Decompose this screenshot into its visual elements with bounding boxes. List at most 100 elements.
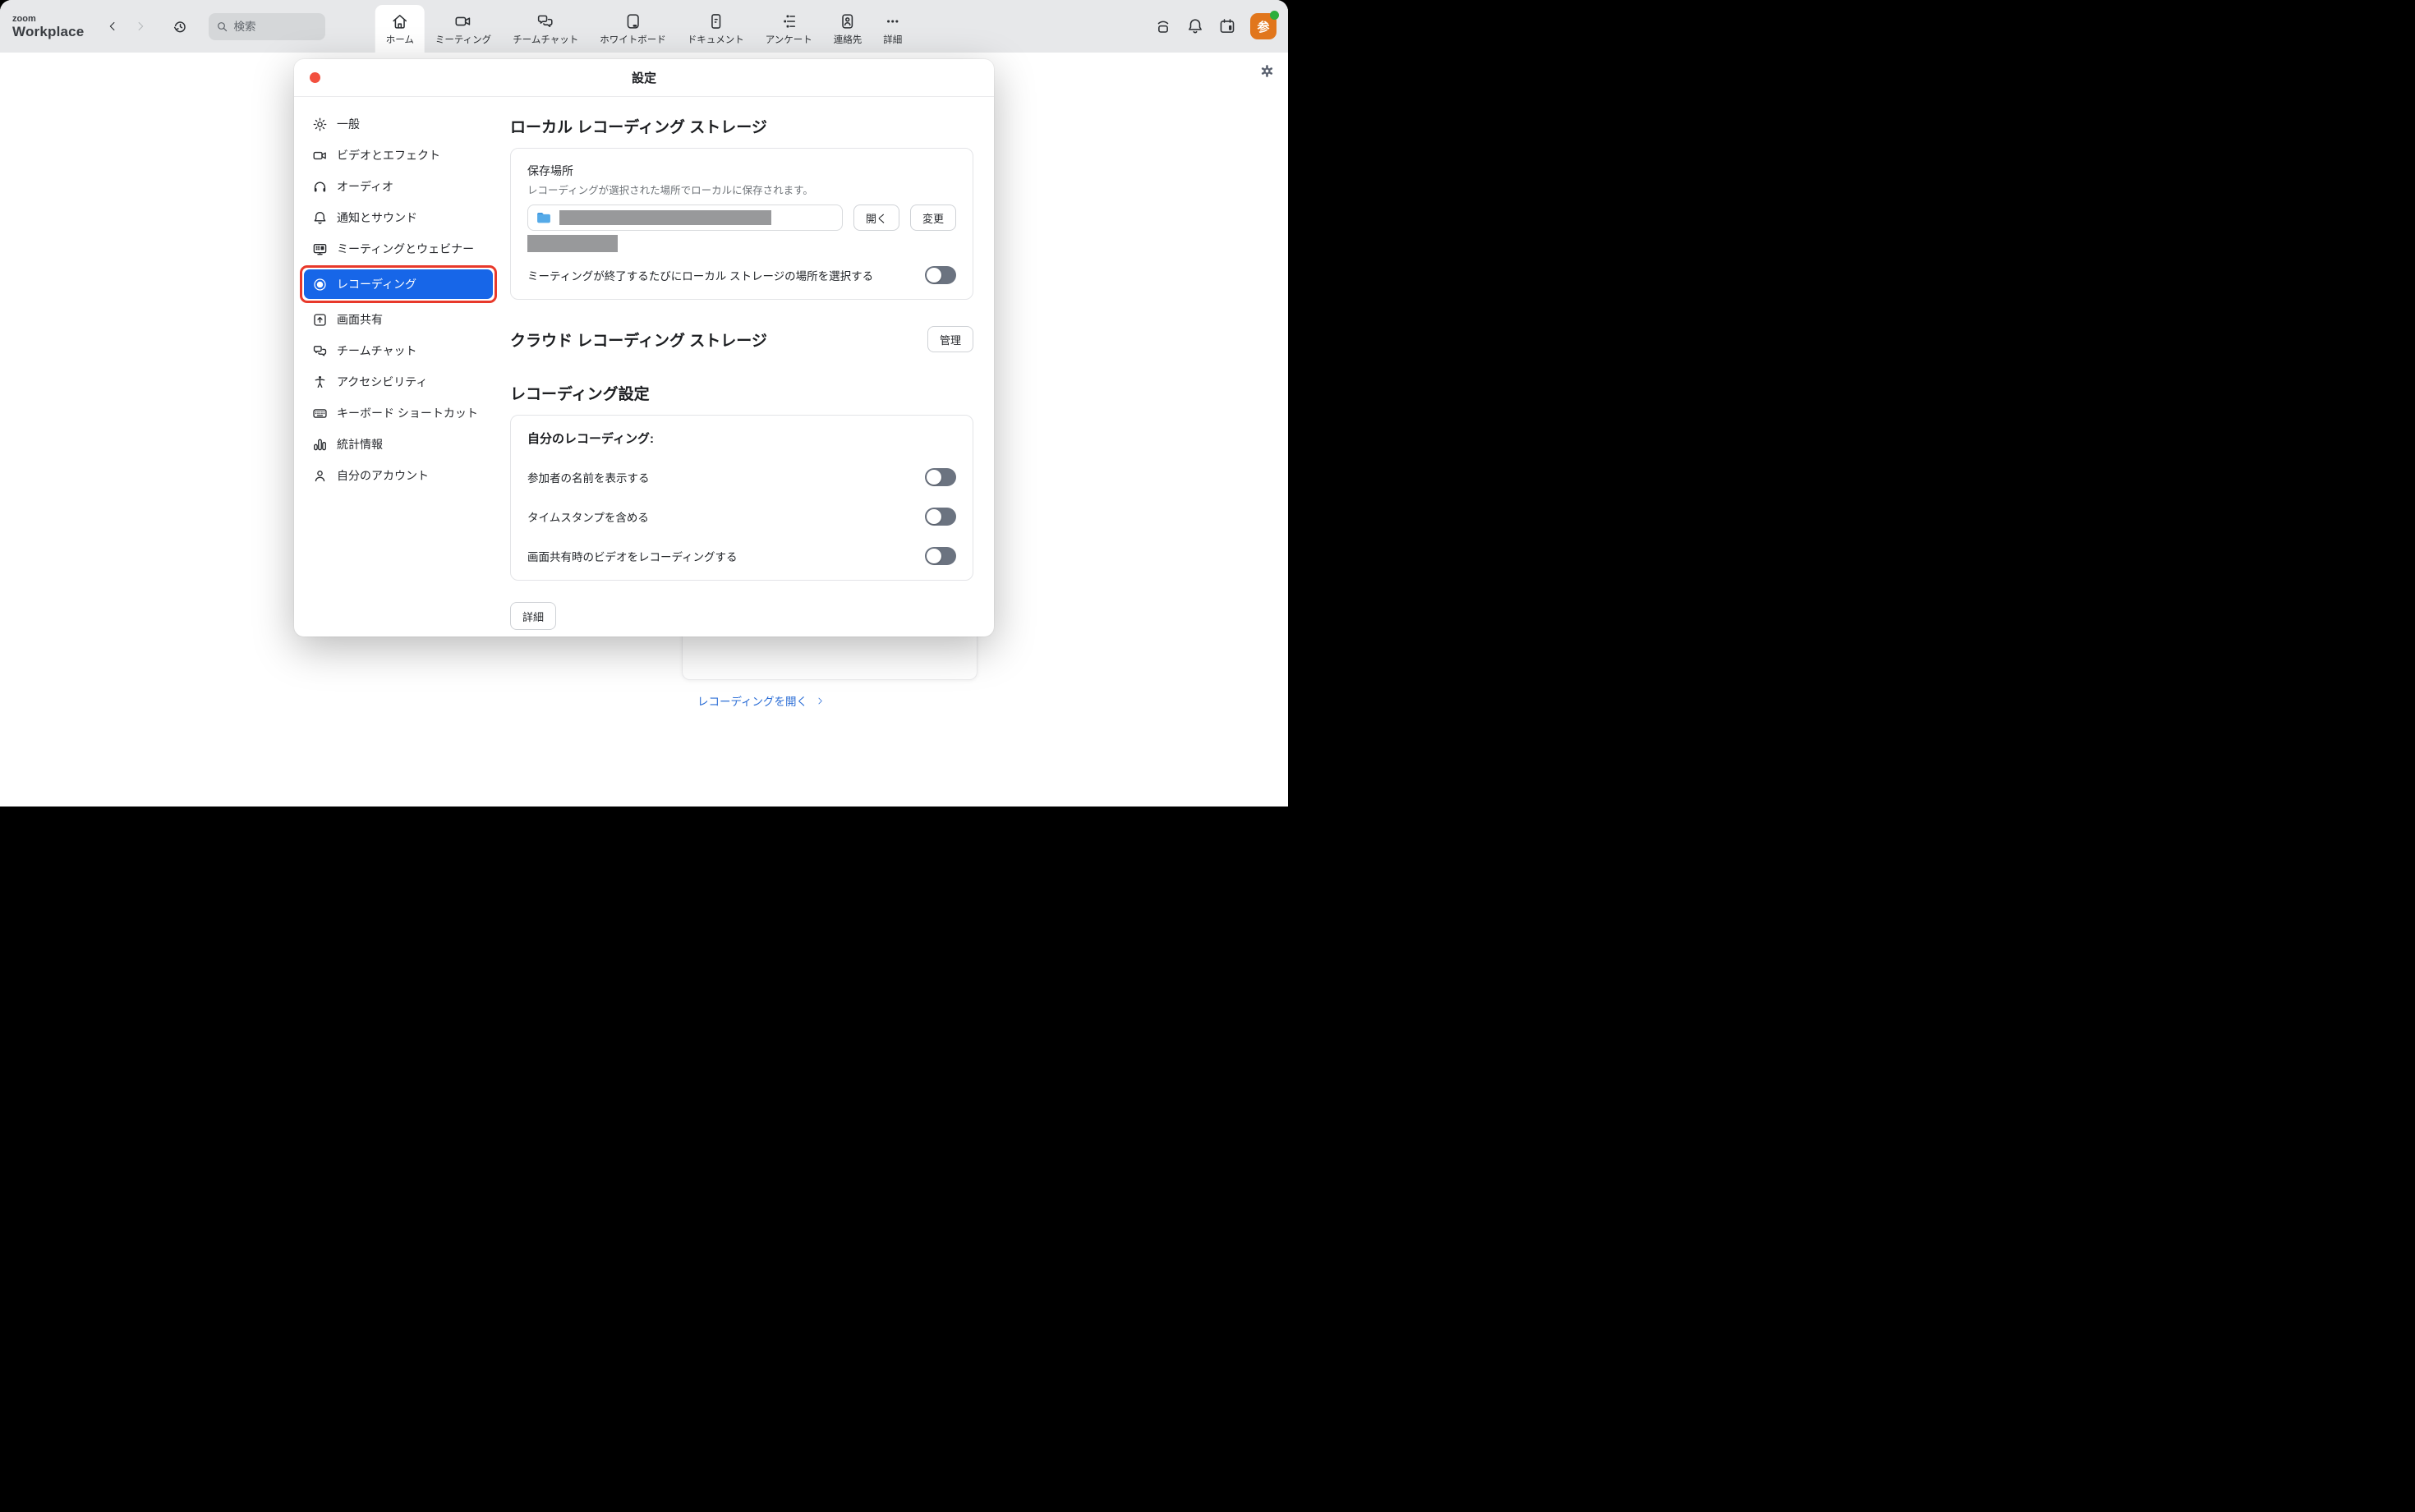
sidebar-item-statistics[interactable]: 統計情報 [304,429,493,460]
redacted-path-value [559,210,771,225]
include-timestamp-label: タイムスタンプを含める [527,508,649,525]
include-timestamp-toggle[interactable] [925,508,956,526]
sidebar-item-team-chat[interactable]: チームチャット [304,335,493,366]
choose-location-toggle-label: ミーティングが終了するたびにローカル ストレージの場所を選択する [527,267,873,283]
sidebar-item-general[interactable]: 一般 [304,108,493,140]
page-settings-gear-button[interactable] [1259,63,1275,79]
zoom-workplace-window: zoom Workplace [0,0,1288,807]
video-camera-icon [454,12,472,30]
more-dots-icon [884,12,902,30]
sidebar-item-label: アクセシビリティ [337,374,427,390]
survey-icon [780,12,798,30]
settings-modal: 設定 一般 ビデオとエフェ [294,59,994,637]
storage-path-field[interactable] [527,205,843,231]
choose-location-toggle[interactable] [925,266,956,284]
screen: zoom Workplace [0,0,1288,807]
sidebar-item-label: オーディオ [337,178,393,195]
history-icon [172,18,189,35]
notifications-button[interactable] [1186,17,1204,35]
keyboard-icon [312,406,328,421]
tab-whiteboard[interactable]: ホワイトボード [589,5,677,53]
tab-meetings[interactable]: ミーティング [425,5,502,53]
zoom-workplace-logo: zoom Workplace [12,15,84,39]
sidebar-item-audio[interactable]: オーディオ [304,171,493,202]
user-avatar[interactable]: 参 [1250,13,1276,39]
recording-settings-heading: レコーディング設定 [510,382,973,404]
settings-modal-title: 設定 [632,69,656,86]
record-video-during-share-toggle[interactable] [925,547,956,565]
tab-surveys[interactable]: アンケート [755,5,823,53]
video-camera-icon [312,148,328,163]
settings-modal-header: 設定 [294,59,994,97]
save-location-label: 保存場所 [527,163,956,179]
sidebar-item-keyboard-shortcuts[interactable]: キーボード ショートカット [304,398,493,429]
bell-icon [312,210,328,226]
topbar: zoom Workplace [0,0,1288,53]
sidebar-item-meetings-webinars[interactable]: ミーティングとウェビナー [304,233,493,264]
tab-label: アンケート [766,33,812,46]
search-input[interactable] [209,13,325,40]
accessibility-person-icon [312,375,328,390]
tab-label: 連絡先 [834,33,862,46]
screen-share-icon [312,312,328,328]
sidebar-item-label: 一般 [337,116,360,132]
logo-line-zoom: zoom [12,15,84,24]
tab-more[interactable]: 詳細 [872,5,913,53]
open-button[interactable]: 開く [853,205,899,231]
local-recording-storage-heading: ローカル レコーディング ストレージ [510,115,973,137]
sidebar-item-video-effects[interactable]: ビデオとエフェクト [304,140,493,171]
chat-bubbles-icon [312,343,328,359]
redacted-storage-info [527,235,618,252]
tab-label: ミーティング [435,33,491,46]
change-button[interactable]: 変更 [910,205,956,231]
sidebar-item-notifications-sounds[interactable]: 通知とサウンド [304,202,493,233]
meeting-screen-icon [312,241,328,257]
history-button[interactable] [169,16,191,37]
contacts-icon [839,12,857,30]
tab-contacts[interactable]: 連絡先 [823,5,873,53]
my-recordings-label: 自分のレコーディング: [527,430,956,447]
connected-devices-button[interactable] [1154,17,1172,35]
calendar-button[interactable] [1218,17,1236,35]
manage-button[interactable]: 管理 [927,326,973,352]
record-icon [312,277,328,292]
search-box [209,13,325,40]
document-icon [706,12,724,30]
nav-back-button[interactable] [102,16,123,37]
sidebar-item-screen-share[interactable]: 画面共有 [304,304,493,335]
save-location-description: レコーディングが選択された場所でローカルに保存されます。 [527,182,956,197]
gear-icon [312,117,328,132]
record-video-during-share-label: 画面共有時のビデオをレコーディングする [527,548,738,564]
close-button[interactable] [310,72,320,83]
sidebar-item-label: 自分のアカウント [337,467,429,484]
local-storage-card: 保存場所 レコーディングが選択された場所でローカルに保存されます。 開く [510,148,973,300]
sidebar-item-label: キーボード ショートカット [337,405,478,421]
tab-label: ホーム [386,33,414,46]
tab-label: チームチャット [513,33,578,46]
calendar-icon [1218,17,1236,35]
sidebar-item-accessibility[interactable]: アクセシビリティ [304,366,493,398]
cloud-recording-storage-heading: クラウド レコーディング ストレージ [510,329,767,351]
devices-cast-icon [1154,17,1172,35]
presence-status-dot [1270,11,1279,20]
home-page: レコーディングを開く 設定 一般 [0,53,1288,807]
tab-team-chat[interactable]: チームチャット [502,5,589,53]
details-button[interactable]: 詳細 [510,602,556,630]
sidebar-item-label: 統計情報 [337,436,383,453]
tab-home[interactable]: ホーム [375,5,425,53]
sidebar-item-my-account[interactable]: 自分のアカウント [304,460,493,491]
chevron-left-icon [106,20,119,33]
sidebar-item-recording[interactable]: レコーディング [304,269,493,299]
main-tabs: ホーム ミーティング チームチャット ホワイトボード [375,0,913,53]
show-participant-names-toggle[interactable] [925,468,956,486]
sidebar-item-label: レコーディング [337,276,416,292]
toggle-knob [927,470,941,485]
nav-forward-button[interactable] [130,16,151,37]
tab-docs[interactable]: ドキュメント [677,5,755,53]
tab-label: ホワイトボード [600,33,666,46]
sidebar-item-label: チームチャット [337,342,416,359]
open-recordings-link[interactable]: レコーディングを開く [697,692,825,709]
recording-settings-card: 自分のレコーディング: 参加者の名前を表示する タイムスタンプを含める [510,415,973,581]
sidebar-item-label: 通知とサウンド [337,209,417,226]
toggle-knob [927,268,941,283]
